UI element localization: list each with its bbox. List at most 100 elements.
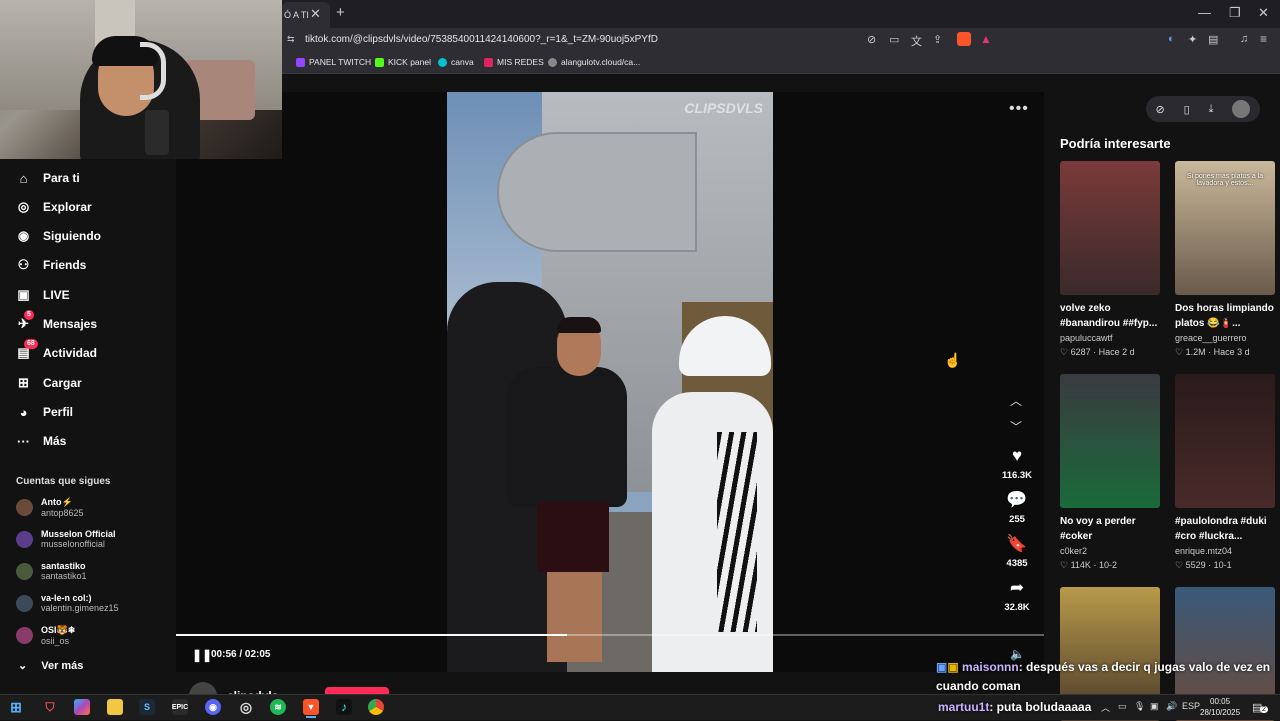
video-title[interactable]: Dos horas limpiando platos 😂🧯... — [1175, 301, 1275, 331]
menu-icon[interactable]: ≡ — [1260, 32, 1267, 46]
comment-action[interactable]: 💬 255 — [1002, 491, 1032, 526]
bookmark-icon[interactable]: 🔖 — [1006, 535, 1027, 553]
network-icon[interactable]: ▣ — [1150, 701, 1159, 712]
followed-account[interactable]: Musselon Official musselonofficial — [16, 526, 116, 552]
sidebar-item-cargar[interactable]: ⊞ Cargar — [16, 372, 82, 394]
video-thumbnail[interactable] — [1060, 161, 1160, 295]
next-video-icon[interactable]: ﹀ — [1010, 418, 1022, 435]
video-author[interactable]: greace__guerrero — [1175, 333, 1275, 343]
clock-date: 28/10/2025 — [1200, 708, 1241, 717]
cast-icon[interactable]: ▭ — [889, 33, 899, 46]
tab-close-icon[interactable]: ✕ — [310, 6, 321, 22]
share-icon[interactable]: ➦ — [1010, 579, 1024, 597]
heart-action[interactable]: ♥ 116.3K — [1002, 447, 1032, 482]
user-avatar[interactable] — [1232, 100, 1251, 118]
microphone-icon[interactable]: 🎙 — [1134, 701, 1145, 712]
language-indicator[interactable]: ESP — [1182, 701, 1200, 711]
sidebar-item-explorar[interactable]: ◎ Explorar — [16, 196, 92, 218]
steam-icon[interactable]: S — [139, 699, 155, 715]
copilot-icon[interactable] — [74, 699, 90, 715]
url-field[interactable]: tiktok.com/@clipsdvls/video/753854001142… — [305, 34, 658, 45]
recommended-video[interactable]: No voy a perder #coker c0ker2 ♡ 114K · 10-… — [1060, 374, 1160, 571]
previous-video-icon[interactable]: ︿ — [1010, 392, 1022, 409]
recommended-video[interactable]: Si pones mas platos a la lavadora y esto… — [1175, 161, 1275, 358]
followed-account[interactable]: OSI🐯❄ osii_os — [16, 622, 75, 648]
account-handle: valentin.gimenez15 — [41, 603, 119, 613]
new-tab-icon[interactable]: + — [336, 4, 345, 21]
spotify-icon[interactable]: ≋ — [270, 699, 286, 715]
account-handle: santastiko1 — [41, 571, 87, 581]
recommended-video[interactable]: #paulolondra #duki #cro #luckra... enriqu… — [1175, 374, 1275, 571]
sidebar-item-mensajes[interactable]: ✈ 5 Mensajes — [16, 309, 97, 335]
video-title[interactable]: No voy a perder #coker — [1060, 514, 1160, 544]
sidebar-item-live[interactable]: ▣ LIVE — [16, 284, 69, 306]
coins-icon[interactable]: ⊘ — [1155, 103, 1164, 116]
video-thumbnail[interactable] — [1060, 374, 1160, 508]
share-page-icon[interactable]: ⇪ — [933, 33, 942, 46]
video-thumbnail[interactable] — [1175, 374, 1275, 508]
follow-button[interactable] — [325, 687, 389, 694]
windows-start-icon[interactable]: ⊞ — [8, 699, 24, 715]
device-icon[interactable]: ▯ — [1184, 103, 1190, 116]
brave-shield-icon[interactable] — [957, 32, 971, 46]
followed-account[interactable]: Anto⚡ antop8625 — [16, 494, 84, 520]
wallet-icon[interactable]: ▤ — [1208, 33, 1218, 46]
sidebar-item-siguiendo[interactable]: ◉ Siguiendo — [16, 225, 101, 247]
bookmark-kick-panel[interactable]: KICK panel — [375, 57, 431, 67]
recommended-video[interactable]: volve zeko #banandirou ##fyp... papulucca… — [1060, 161, 1160, 358]
chrome-icon[interactable] — [368, 699, 384, 715]
sidebar-item-m-s[interactable]: ··· Más — [16, 430, 66, 452]
video-thumbnail[interactable]: Si pones mas platos a la lavadora y esto… — [1175, 161, 1275, 295]
sidebar-item-friends[interactable]: ⚇ Friends — [16, 254, 87, 276]
clock[interactable]: 00:05 28/10/2025 — [1200, 696, 1240, 718]
tray-chevron-icon[interactable]: ︿ — [1101, 701, 1110, 714]
following-avatar-icon: ◉ — [17, 228, 30, 243]
window-close-icon[interactable]: ✕ — [1258, 5, 1269, 21]
notifications-icon[interactable]: ▤ 2 — [1252, 701, 1268, 714]
share-action[interactable]: ➦ 32.8K — [1002, 579, 1032, 614]
reader-icon[interactable]: ⊘ — [867, 33, 876, 46]
video-author[interactable]: c0ker2 — [1060, 546, 1160, 556]
download-icon[interactable]: ⤓ — [1209, 103, 1214, 116]
chat-user: maisonnn — [962, 660, 1019, 674]
sidebar-item-perfil[interactable]: ◕ Perfil — [16, 401, 73, 423]
sidebar-item-actividad[interactable]: ▤ 68 Actividad — [16, 338, 97, 364]
tiktok-icon[interactable]: ♪ — [336, 699, 352, 715]
video-author[interactable]: papuluccawtf — [1060, 333, 1160, 343]
video-author[interactable]: enrique.mtz04 — [1175, 546, 1275, 556]
see-more-button[interactable]: ⌄ Ver más — [18, 659, 83, 673]
bookmark-canva[interactable]: canva — [438, 57, 474, 67]
file-explorer-icon[interactable] — [107, 699, 123, 715]
bookmark-action[interactable]: 🔖 4385 — [1002, 535, 1032, 570]
discord-icon[interactable]: ◉ — [205, 699, 221, 715]
sidebar-item-para-ti[interactable]: ⌂ Para ti — [16, 167, 80, 189]
followed-account[interactable]: santastiko santastiko1 — [16, 558, 87, 584]
heart-icon[interactable]: ♥ — [1012, 447, 1022, 465]
tray-app-icon[interactable]: ▭ — [1118, 701, 1127, 712]
video-title[interactable]: #paulolondra #duki #cro #luckra... — [1175, 514, 1275, 544]
brave-icon[interactable]: ▼ — [303, 699, 319, 715]
avatar — [16, 498, 33, 516]
obs-icon[interactable]: ◎ — [238, 699, 254, 715]
pause-icon[interactable]: ❚❚ — [192, 648, 212, 662]
site-info-icon[interactable]: ⇆ — [287, 34, 295, 45]
comment-icon[interactable]: 💬 — [1006, 491, 1027, 509]
extensions-icon[interactable]: ✦ — [1188, 33, 1197, 46]
brave-rewards-icon[interactable]: ▲ — [980, 32, 992, 46]
bookmark-alangulotv[interactable]: alangulotv.cloud/ca... — [548, 57, 640, 67]
shield-app-icon[interactable]: ⛉ — [42, 699, 58, 715]
translate-icon[interactable]: 文 — [911, 33, 922, 49]
bookmark-mis-redes[interactable]: MIS REDES — [484, 57, 544, 67]
restore-icon[interactable]: ❐ — [1229, 5, 1241, 21]
bookmark-panel-twitch[interactable]: PANEL TWITCH — [296, 57, 371, 67]
video-frame[interactable]: CLIPSDVLS — [447, 92, 773, 672]
followed-account[interactable]: va-le-n col:) valentin.gimenez15 — [16, 590, 119, 616]
browser-tab[interactable]: Ó A TI — [282, 2, 330, 28]
minimize-icon[interactable]: — — [1198, 5, 1211, 20]
speaker-icon[interactable]: 🔊 — [1166, 701, 1177, 712]
more-options-icon[interactable]: ••• — [1009, 100, 1029, 118]
media-icon[interactable]: ♫ — [1240, 33, 1248, 45]
leo-icon[interactable]: ◐ — [1168, 33, 1175, 45]
epic-games-icon[interactable]: EPIC — [172, 699, 188, 715]
video-title[interactable]: volve zeko #banandirou ##fyp... — [1060, 301, 1160, 331]
